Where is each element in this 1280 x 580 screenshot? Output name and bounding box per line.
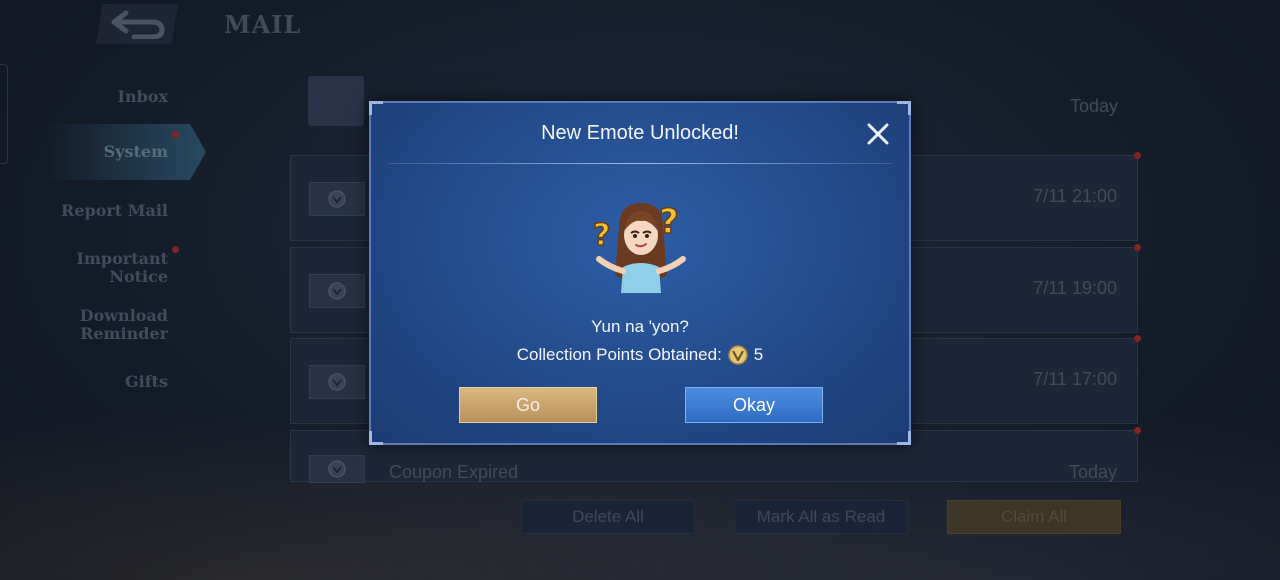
dialog-corner-ornament bbox=[369, 431, 383, 445]
svg-text:?: ? bbox=[593, 218, 610, 253]
emote-name: Yun na 'yon? bbox=[591, 317, 689, 336]
okay-button[interactable]: Okay bbox=[685, 387, 823, 423]
collection-points-label: Collection Points Obtained: bbox=[516, 345, 722, 364]
go-button[interactable]: Go bbox=[459, 387, 597, 423]
collection-points-line: Collection Points Obtained: 5 bbox=[371, 345, 909, 365]
collection-point-icon bbox=[728, 345, 748, 365]
dialog-divider bbox=[389, 163, 891, 164]
close-button[interactable] bbox=[865, 121, 891, 147]
dialog-corner-ornament bbox=[897, 431, 911, 445]
dialog-corner-ornament bbox=[897, 101, 911, 115]
close-icon bbox=[867, 123, 889, 145]
collection-points-value: 5 bbox=[753, 345, 764, 364]
emote-image: ? ? bbox=[592, 201, 686, 293]
emote-unlocked-dialog: New Emote Unlocked! ? ? Yun na 'yon? Col… bbox=[369, 101, 911, 445]
dialog-title: New Emote Unlocked! bbox=[541, 122, 739, 144]
dialog-corner-ornament bbox=[369, 101, 383, 115]
